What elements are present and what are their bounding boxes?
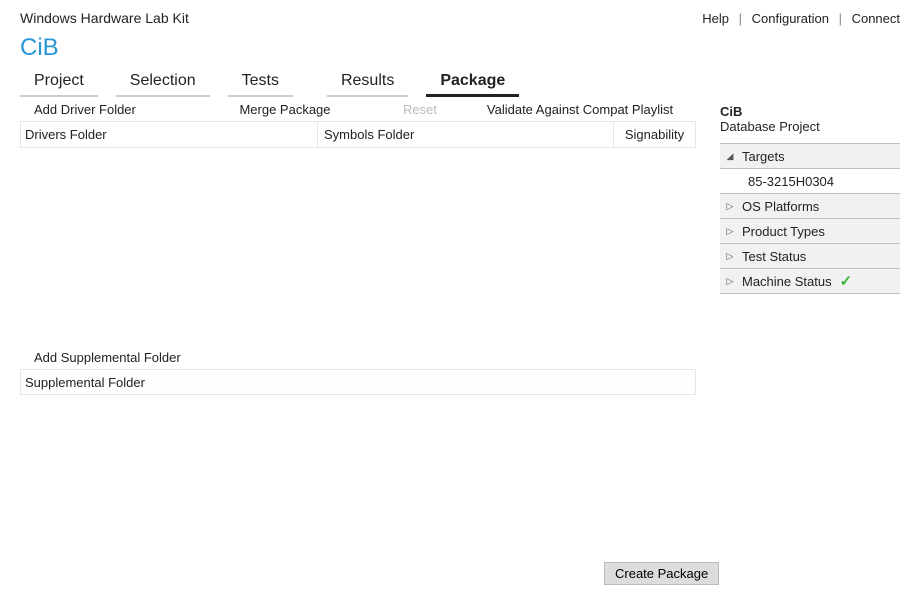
project-name: CiB [0,28,920,64]
check-icon: ✓ [840,272,853,290]
tree-os-platforms[interactable]: ▷ OS Platforms [720,193,900,219]
separator: | [839,11,842,26]
tree-test-status[interactable]: ▷ Test Status [720,243,900,269]
tab-selection[interactable]: Selection [116,68,210,97]
separator: | [739,11,742,26]
panel-subtitle: Database Project [720,119,900,134]
validate-playlist-button[interactable]: Validate Against Compat Playlist [470,98,690,121]
tree-target-item[interactable]: 85-3215H0304 [720,168,900,194]
chevron-right-icon: ▷ [724,226,736,237]
connect-link[interactable]: Connect [852,11,900,26]
tab-project[interactable]: Project [20,68,98,97]
tree-targets[interactable]: ◢ Targets [720,143,900,169]
create-package-button[interactable]: Create Package [604,562,719,585]
tree-label: Test Status [742,249,806,264]
panel-title: CiB [720,104,900,119]
tab-package[interactable]: Package [426,68,519,97]
tree-label: Machine Status [742,274,832,289]
tab-results[interactable]: Results [327,68,408,97]
chevron-right-icon: ▷ [724,276,736,287]
column-signability[interactable]: Signability [613,122,695,147]
tree-product-types[interactable]: ▷ Product Types [720,218,900,244]
chevron-right-icon: ▷ [724,251,736,262]
add-driver-folder-button[interactable]: Add Driver Folder [20,98,200,121]
tree-label: 85-3215H0304 [748,174,834,189]
drivers-table-body [20,148,696,348]
configuration-link[interactable]: Configuration [752,11,829,26]
chevron-down-icon: ◢ [724,151,736,162]
help-link[interactable]: Help [702,11,729,26]
tree-label: Product Types [742,224,825,239]
add-supplemental-folder-button[interactable]: Add Supplemental Folder [20,348,696,369]
package-toolbar: Add Driver Folder Merge Package Reset Va… [20,98,696,122]
top-links: Help | Configuration | Connect [702,11,900,26]
tree-label: Targets [742,149,785,164]
merge-package-button[interactable]: Merge Package [200,98,370,121]
tab-bar: Project Selection Tests Results Package [0,68,920,98]
tab-tests[interactable]: Tests [228,68,293,97]
column-symbols-folder[interactable]: Symbols Folder [317,122,613,147]
tree-label: OS Platforms [742,199,819,214]
reset-button: Reset [370,98,470,121]
app-title: Windows Hardware Lab Kit [20,10,702,26]
project-info-panel: CiB Database Project ◢ Targets 85-3215H0… [696,98,900,395]
column-supplemental-folder[interactable]: Supplemental Folder [25,375,145,390]
tree-machine-status[interactable]: ▷ Machine Status ✓ [720,268,900,294]
drivers-table-header: Drivers Folder Symbols Folder Signabilit… [20,122,696,148]
supplemental-table-header: Supplemental Folder [20,369,696,395]
column-drivers-folder[interactable]: Drivers Folder [21,127,317,142]
chevron-right-icon: ▷ [724,201,736,212]
